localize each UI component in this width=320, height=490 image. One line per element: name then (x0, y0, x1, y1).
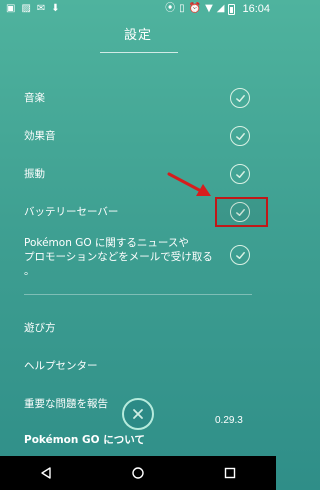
mail-icon: ✉ (36, 3, 46, 14)
link-how-to-play[interactable]: 遊び方 (24, 320, 56, 335)
email-news-line-3: 。 (24, 265, 35, 277)
sim-icon: ▣ (6, 3, 16, 14)
signal-icon: ◢ (216, 3, 225, 14)
setting-row-sound-effects[interactable]: 効果音 (24, 126, 256, 146)
image-icon: ▨ (21, 3, 31, 14)
location-icon: ⦿ (165, 3, 176, 14)
page-title: 設定 (123, 28, 152, 43)
setting-label-music: 音楽 (24, 92, 45, 104)
divider (24, 294, 252, 295)
back-button[interactable] (38, 465, 54, 481)
link-report-issue[interactable]: 重要な問題を報告 (24, 396, 108, 411)
link-about[interactable]: Pokémon GO について (24, 432, 145, 447)
setting-row-music[interactable]: 音楽 (24, 88, 256, 108)
annotation-arrow (167, 172, 211, 196)
setting-label-email-news: Pokémon GO に関するニュースや プロモーションなどをメールで受け取る … (24, 236, 230, 278)
close-button[interactable] (122, 398, 154, 430)
download-icon: ⬇ (51, 3, 60, 14)
setting-label-sound-effects: 効果音 (24, 130, 56, 142)
vibrate-icon: ▯ (179, 3, 185, 14)
recents-icon (224, 467, 236, 479)
wifi-icon: ▼ (205, 3, 213, 14)
home-button[interactable] (130, 465, 146, 481)
recents-button[interactable] (222, 465, 238, 481)
battery-icon (228, 3, 236, 15)
version-text: 0.29.3 (215, 415, 243, 426)
annotation-highlight-box (215, 197, 268, 227)
setting-label-battery-saver: バッテリーセーバー (24, 206, 119, 218)
navigation-bar (0, 456, 276, 490)
setting-row-email-news[interactable]: Pokémon GO に関するニュースや プロモーションなどをメールで受け取る … (24, 236, 256, 278)
alarm-icon: ⏰ (188, 3, 202, 14)
setting-row-vibration[interactable]: 振動 (24, 164, 256, 184)
close-icon (133, 409, 143, 419)
email-news-line-2: プロモーションなどをメールで受け取る (24, 251, 213, 263)
status-clock: 16:04 (242, 3, 270, 15)
link-help-center[interactable]: ヘルプセンター (24, 358, 98, 373)
check-icon[interactable] (230, 164, 250, 184)
check-icon[interactable] (230, 245, 250, 265)
title-underline (100, 52, 178, 53)
status-bar: ▣ ▨ ✉ ⬇ ⦿ ▯ ⏰ ▼ ◢ 16:04 (0, 0, 276, 18)
home-icon (132, 467, 144, 479)
check-icon[interactable] (230, 88, 250, 108)
email-news-line-1: Pokémon GO に関するニュースや (24, 237, 189, 249)
back-icon (41, 467, 51, 479)
check-icon[interactable] (230, 126, 250, 146)
